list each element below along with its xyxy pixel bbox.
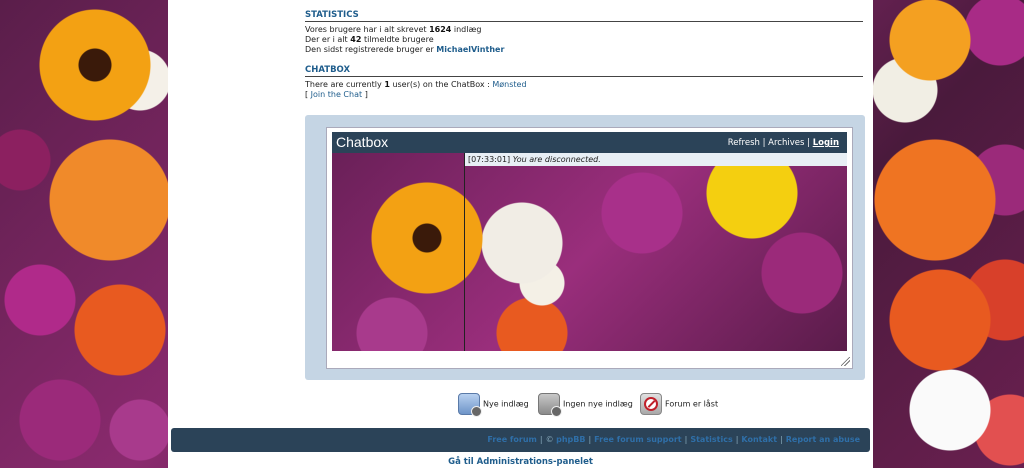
footer-link-report-abuse[interactable]: Report an abuse	[786, 435, 860, 444]
legend-new-posts: Nye indlæg	[458, 393, 529, 417]
admin-panel-link[interactable]: Gå til Administrations-panelet	[168, 457, 873, 467]
chatbox-header: Chatbox Refresh | Archives | Login	[332, 132, 847, 153]
footer-link-contact[interactable]: Kontakt	[741, 435, 777, 444]
locked-forum-icon	[640, 393, 662, 415]
chat-users-line: There are currently 1 user(s) on the Cha…	[305, 80, 527, 89]
footer-link-support[interactable]: Free forum support	[594, 435, 681, 444]
statistics-section: STATISTICS Vores brugere har i alt skrev…	[305, 10, 863, 100]
resize-handle-icon[interactable]	[841, 357, 850, 366]
join-chat-line: [ Join the Chat ]	[305, 90, 368, 99]
members-stat: Der er i alt 42 tilmeldte brugere	[305, 35, 434, 44]
posts-stat: Vores brugere har i alt skrevet 1624 ind…	[305, 25, 482, 34]
chat-message: [07:33:01] You are disconnected.	[465, 153, 847, 166]
footer-bar: Free forum | © phpBB | Free forum support | St…	[171, 428, 870, 452]
message-time: [07:33:01]	[468, 155, 511, 164]
separator: |	[762, 138, 766, 148]
chatbox-window: Chatbox Refresh | Archives | Login [07:3…	[326, 127, 853, 369]
footer-link-statistics[interactable]: Statistics	[690, 435, 732, 444]
chat-area: [07:33:01] You are disconnected.	[332, 153, 847, 351]
legend-locked: Forum er låst	[640, 393, 718, 415]
footer-link-phpbb[interactable]: phpBB	[556, 435, 585, 444]
separator: |	[807, 138, 810, 148]
new-posts-icon	[458, 393, 482, 417]
join-chat-link[interactable]: Join the Chat	[311, 90, 362, 99]
chatbox-actions: Refresh | Archives | Login	[728, 138, 839, 148]
login-link[interactable]: Login	[813, 138, 839, 148]
forum-page: STATISTICS Vores brugere har i alt skrev…	[168, 0, 873, 468]
archives-link[interactable]: Archives	[768, 138, 804, 148]
chatbox-section-title: CHATBOX	[305, 65, 863, 77]
copyright-symbol: ©	[545, 435, 554, 444]
newest-member-link[interactable]: MichaelVinther	[436, 45, 504, 54]
statistics-title: STATISTICS	[305, 10, 863, 22]
newest-member-stat: Den sidst registrerede bruger er Michael…	[305, 45, 505, 54]
chatbox-title: Chatbox	[336, 134, 389, 150]
no-new-posts-icon	[538, 393, 562, 417]
footer-link-free-forum[interactable]: Free forum	[487, 435, 537, 444]
message-text: You are disconnected.	[512, 155, 601, 164]
chat-user-list-divider	[464, 153, 465, 351]
refresh-link[interactable]: Refresh	[728, 138, 760, 148]
legend-no-new-posts: Ingen nye indlæg	[538, 393, 633, 417]
chatbox-frame: Chatbox Refresh | Archives | Login [07:3…	[305, 115, 865, 380]
chat-user-link[interactable]: Mønsted	[492, 80, 526, 89]
